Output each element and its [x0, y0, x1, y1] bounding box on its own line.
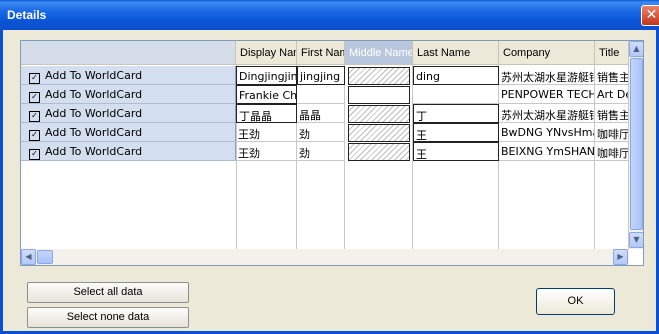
row-header-add-to-worldcard[interactable]: ✓ Add To WorldCard — [21, 142, 236, 161]
select-all-button[interactable]: Select all data — [27, 282, 189, 303]
cell-display-name[interactable]: Frankie Char — [236, 85, 297, 104]
details-grid[interactable]: Display Nam First Name Middle Name Last … — [20, 40, 644, 266]
row-label: Add To WorldCard — [45, 69, 143, 82]
col-header-company[interactable]: Company — [499, 41, 595, 65]
cell-first-name[interactable]: jingjing — [297, 66, 345, 85]
cell-last-name[interactable]: 王 — [413, 142, 499, 161]
cell-last-name[interactable]: 王 — [413, 123, 499, 142]
corner-header — [21, 41, 236, 65]
cell-last-name[interactable] — [413, 85, 499, 104]
cell-display-name[interactable]: 王劲 — [236, 123, 297, 142]
cell-middle-name-disabled — [348, 124, 410, 142]
cell-title[interactable]: 咖啡厅 — [595, 142, 629, 161]
cell-first-name[interactable]: 劲 — [297, 142, 345, 161]
window-title: Details — [7, 8, 47, 22]
col-header-display-name[interactable]: Display Nam — [236, 41, 297, 65]
row-header-add-to-worldcard[interactable]: ✓ Add To WorldCard — [21, 66, 236, 85]
checkbox-checked-icon[interactable]: ✓ — [29, 111, 40, 122]
cell-company[interactable]: BwDNG YNvsHma H — [499, 123, 595, 142]
cell-middle-name-disabled — [348, 143, 410, 161]
checkbox-checked-icon[interactable]: ✓ — [29, 92, 40, 103]
cell-middle-name-disabled — [348, 105, 410, 123]
cell-display-name[interactable]: 王劲 — [236, 142, 297, 161]
col-header-first-name[interactable]: First Name — [297, 41, 345, 65]
scroll-down-icon[interactable]: ▼ — [629, 232, 643, 248]
horizontal-scroll-thumb[interactable] — [37, 250, 53, 264]
title-bar: Details ✕ — [0, 0, 659, 30]
row-header-add-to-worldcard[interactable]: ✓ Add To WorldCard — [21, 104, 236, 123]
cell-title[interactable]: 咖啡厅 — [595, 123, 629, 142]
details-dialog: Details ✕ Display Nam First Name Middle … — [0, 0, 659, 334]
cell-title[interactable]: 销售主 — [595, 66, 629, 85]
checkbox-checked-icon[interactable]: ✓ — [29, 73, 40, 84]
ok-button[interactable]: OK — [536, 288, 615, 315]
row-header-add-to-worldcard[interactable]: ✓ Add To WorldCard — [21, 85, 236, 104]
cell-first-name[interactable]: 晶晶 — [297, 104, 345, 123]
cell-last-name[interactable]: ding — [413, 66, 499, 85]
cell-company[interactable]: 苏州太湖水星游艇销 — [499, 104, 595, 123]
row-label: Add To WorldCard — [45, 88, 143, 101]
scroll-left-icon[interactable]: ◀ — [21, 249, 36, 265]
close-button[interactable]: ✕ — [641, 5, 659, 26]
cell-display-name[interactable]: 丁晶晶 — [236, 104, 297, 123]
cell-company[interactable]: PENPOWER TECHN — [499, 85, 595, 104]
cell-company[interactable]: 苏州太湖水星游艇销 — [499, 66, 595, 85]
scroll-up-icon[interactable]: ▲ — [629, 41, 643, 57]
cell-last-name[interactable]: 丁 — [413, 104, 499, 123]
cell-display-name[interactable]: Dingjingjing — [236, 66, 297, 85]
cell-middle-name-disabled — [348, 86, 410, 104]
col-header-middle-name[interactable]: Middle Name — [345, 41, 413, 65]
vertical-scroll-thumb[interactable] — [630, 58, 643, 230]
cell-first-name[interactable]: 劲 — [297, 123, 345, 142]
select-none-button[interactable]: Select none data — [27, 307, 189, 328]
checkbox-checked-icon[interactable]: ✓ — [29, 149, 40, 160]
horizontal-scrollbar[interactable]: ◀ ▶ — [21, 249, 629, 265]
vertical-scrollbar[interactable]: ▲ ▼ — [629, 41, 643, 249]
cell-title[interactable]: Art Des — [595, 85, 629, 104]
col-header-title[interactable]: Title — [595, 41, 629, 65]
row-header-add-to-worldcard[interactable]: ✓ Add To WorldCard — [21, 123, 236, 142]
row-label: Add To WorldCard — [45, 145, 143, 158]
cell-company[interactable]: BEIXNG YmSHAN H — [499, 142, 595, 161]
scroll-right-icon[interactable]: ▶ — [613, 249, 628, 265]
cell-middle-name-disabled — [348, 67, 410, 85]
row-label: Add To WorldCard — [45, 107, 143, 120]
cell-first-name[interactable] — [297, 85, 345, 104]
col-header-last-name[interactable]: Last Name — [413, 41, 499, 65]
checkbox-checked-icon[interactable]: ✓ — [29, 130, 40, 141]
row-label: Add To WorldCard — [45, 126, 143, 139]
cell-title[interactable]: 销售主 — [595, 104, 629, 123]
